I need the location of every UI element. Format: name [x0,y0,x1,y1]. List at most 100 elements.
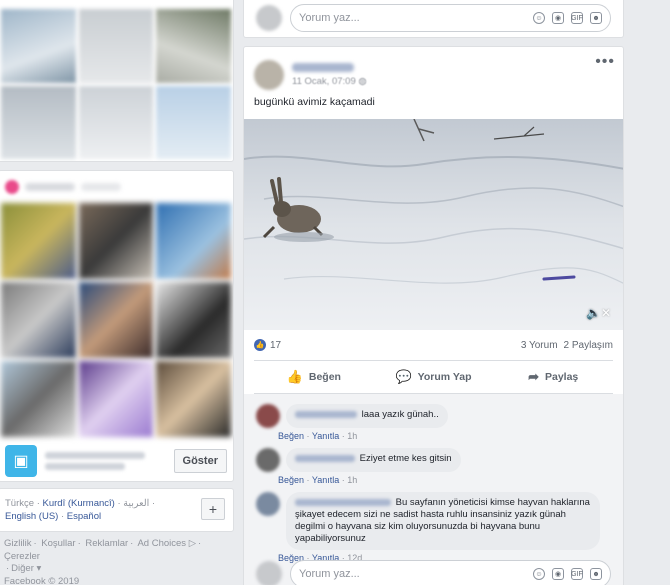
language-link[interactable]: العربية [123,498,149,509]
comment-time[interactable]: 1h [347,431,357,441]
footer-link[interactable]: Çerezler [4,551,40,562]
more-icon[interactable]: ••• [595,53,615,71]
emoji-icon[interactable]: ☺ [533,12,545,24]
comment: laaa yazık günah.. [244,400,623,432]
reactions-count[interactable]: 17 [270,340,281,351]
friend-photo[interactable] [1,282,76,358]
author-avatar[interactable] [254,60,284,90]
commenter-avatar[interactable] [256,448,280,472]
gif-icon[interactable]: GIF [571,12,583,24]
friend-photo[interactable] [78,282,154,358]
mute-icon[interactable]: 🔈✕ [586,306,611,320]
comment-text: Eziyet etme kes gitsin [359,453,452,464]
language-link[interactable]: Kurdî (Kurmancî) [43,498,115,509]
comment-time[interactable]: 1h [347,475,357,485]
friends-title [25,183,75,191]
previous-post-card: Yorum yaz... ☺ ◉ GIF ☻ [243,0,624,38]
post-text: bugünkü avimiz kaçamadi [254,96,375,108]
gif-icon[interactable]: GIF [571,568,583,580]
globe-icon: ◍ [358,76,367,87]
comment-reply-link[interactable]: Yanıtla [312,431,339,441]
friends-count [81,183,121,191]
page-suggestion: ▣ Göster [0,437,233,481]
camera-icon[interactable]: ◉ [552,12,564,24]
comment: Eziyet etme kes gitsin [244,444,623,476]
commenter-avatar[interactable] [256,404,280,428]
comment-meta: Beğen · Yanıtla · 1h [278,431,358,441]
comment: Bu sayfanın yöneticisi kimse hayvan hakl… [244,488,623,554]
photo-thumbnail[interactable] [1,85,76,159]
post-timestamp[interactable]: 11 Ocak, 07:09 [292,76,356,87]
comments-count[interactable]: 3 Yorum [521,340,558,351]
share-button[interactable]: ➦ Paylaş [493,361,613,393]
friend-photo[interactable] [1,203,76,279]
comment-icon: 💬 [395,369,412,384]
commenter-name[interactable] [295,410,357,418]
post-actions: 👍 Beğen 💬 Yorum Yap ➦ Paylaş [254,360,613,394]
comment-bubble: Bu sayfanın yöneticisi kimse hayvan hakl… [286,492,600,550]
copyright: Facebook © 2019 [4,575,80,585]
comment-composer: Yorum yaz... ☺ ◉ GIF ☻ [244,559,623,585]
show-button[interactable]: Göster [173,449,227,473]
comment-like-link[interactable]: Beğen [278,431,304,441]
page-suggestion-text [45,448,166,474]
comment-meta: Beğen · Yanıtla · 1h [278,475,358,485]
comment-like-link[interactable]: Beğen [278,475,304,485]
photo-thumbnail[interactable] [1,9,76,83]
friends-card: ▣ Göster [0,170,234,482]
comment-input[interactable]: Yorum yaz... ☺ ◉ GIF ☻ [290,560,611,585]
like-icon: 👍 [286,369,303,384]
footer-link[interactable]: Ad Choices [137,538,186,549]
friends-header [0,171,233,203]
friend-photo[interactable] [1,361,76,437]
friend-photo[interactable] [156,361,231,437]
shares-count[interactable]: 2 Paylaşım [564,340,613,351]
camera-icon[interactable]: ◉ [552,568,564,580]
comment-reply-link[interactable]: Yanıtla [312,475,339,485]
friend-photo[interactable] [78,361,154,437]
language-link[interactable]: Español [67,511,101,522]
photo-thumbnail[interactable] [78,9,154,83]
avatar [256,5,282,31]
language-link[interactable]: English (US) [5,511,58,522]
add-language-button[interactable]: + [201,498,225,520]
share-icon: ➦ [528,369,539,384]
comment-bubble: laaa yazık günah.. [286,404,448,428]
like-reaction-icon: 👍 [254,339,266,351]
like-button[interactable]: 👍 Beğen [254,361,374,393]
post-stats: 👍 17 3 Yorum 2 Paylaşım [244,330,623,360]
comment-bubble: Eziyet etme kes gitsin [286,448,461,472]
footer-link[interactable]: Gizlilik [4,538,31,549]
comments-section: laaa yazık günah.. Beğen · Yanıtla · 1h … [244,394,623,585]
sticker-icon[interactable]: ☻ [590,12,602,24]
commenter-name[interactable] [295,498,391,506]
group-icon [5,180,19,194]
comment-button[interactable]: 💬 Yorum Yap [374,361,494,393]
footer-links: Gizlilik · Koşullar · Reklamlar · Ad Choice… [4,538,234,585]
friend-photo[interactable] [78,203,154,279]
footer-link[interactable]: Reklamlar [85,538,128,549]
photo-thumbnail[interactable] [78,85,154,159]
author-name[interactable] [292,63,354,72]
friend-photo[interactable] [156,203,231,279]
language-link[interactable]: Türkçe [5,498,34,509]
comment-text: laaa yazık günah.. [361,409,439,420]
footer-link[interactable]: Koşullar [41,538,75,549]
friend-photo[interactable] [156,282,231,358]
emoji-icon[interactable]: ☺ [533,568,545,580]
chevron-down-icon: ▾ [36,563,42,574]
avatar [256,561,282,585]
comment-input[interactable]: Yorum yaz... ☺ ◉ GIF ☻ [290,4,611,32]
post-video[interactable]: 🔈✕ [244,119,623,330]
footer-link[interactable]: Diğer [11,563,34,574]
commenter-name[interactable] [295,454,355,462]
sticker-icon[interactable]: ☻ [590,568,602,580]
photos-card [0,0,234,162]
commenter-avatar[interactable] [256,492,280,516]
photo-thumbnail[interactable] [156,9,231,83]
app-icon: ▣ [5,445,37,477]
plus-icon: + [208,500,218,517]
post-card: 11 Ocak, 07:09 ◍ ••• bugünkü avimiz kaça… [243,46,624,585]
post-header: 11 Ocak, 07:09 ◍ [244,47,623,93]
photo-thumbnail[interactable] [156,85,231,159]
